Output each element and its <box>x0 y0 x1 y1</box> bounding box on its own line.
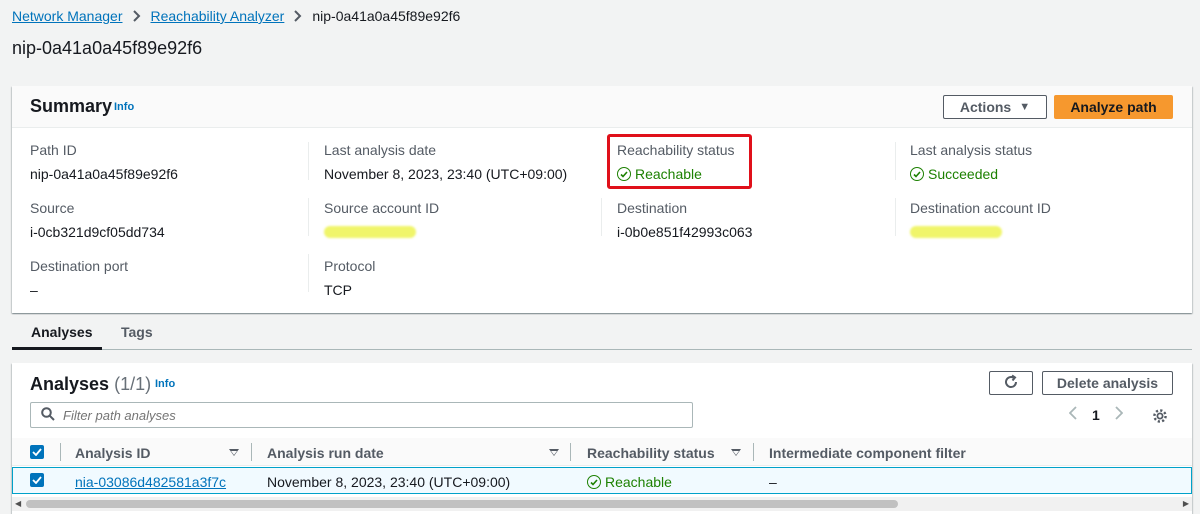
search-icon <box>41 406 55 424</box>
caret-down-icon: ▼ <box>1019 101 1031 113</box>
chevron-right-icon <box>294 10 302 22</box>
column-separator <box>753 443 754 461</box>
column-divider <box>601 198 602 236</box>
active-tab-indicator <box>12 347 102 350</box>
field-last-analysis-status: Last analysis status Succeeded <box>910 142 1032 182</box>
field-label: Destination account ID <box>910 200 1051 216</box>
chevron-left-icon[interactable] <box>1064 406 1082 423</box>
pagination: 1 <box>1064 406 1128 423</box>
field-value <box>324 224 439 241</box>
row-checkbox[interactable] <box>30 473 44 487</box>
row-status-reachable: Reachable <box>587 474 672 490</box>
field-label: Protocol <box>324 258 376 274</box>
field-value: nip-0a41a0a45f89e92f6 <box>30 166 178 182</box>
column-divider <box>895 198 896 236</box>
refresh-button[interactable] <box>989 371 1033 395</box>
status-succeeded: Succeeded <box>910 166 1032 182</box>
sort-icon[interactable] <box>731 449 741 456</box>
actions-button[interactable]: Actions ▼ <box>943 95 1047 119</box>
column-analysis-run-date[interactable]: Analysis run date <box>267 445 384 461</box>
analyses-title: Analyses (1/1) <box>30 374 151 395</box>
scroll-right-icon[interactable]: ▶ <box>1183 499 1189 508</box>
column-separator <box>60 443 61 461</box>
column-separator <box>570 443 571 461</box>
column-divider <box>308 254 309 292</box>
field-label: Source account ID <box>324 200 440 216</box>
breadcrumb-reachability-analyzer[interactable]: Reachability Analyzer <box>151 8 285 24</box>
breadcrumb-network-manager[interactable]: Network Manager <box>12 8 123 24</box>
intermediate-filter-value: – <box>769 474 777 490</box>
analyses-count: (1/1) <box>114 374 152 394</box>
field-destination-account-id: Destination account ID <box>910 200 1051 241</box>
field-path-id: Path ID nip-0a41a0a45f89e92f6 <box>30 142 178 182</box>
scrollbar-thumb[interactable] <box>26 500 898 508</box>
summary-title: Summary <box>30 96 113 116</box>
sort-icon[interactable] <box>549 449 559 456</box>
table-header: Analysis ID Analysis run date Reachabili… <box>12 438 1192 466</box>
analyses-panel: Analyses (1/1) Info Delete analysis 1 An… <box>12 363 1192 514</box>
tab-tags[interactable]: Tags <box>121 324 153 340</box>
horizontal-scrollbar[interactable]: ◀ ▶ <box>12 497 1192 511</box>
gear-icon[interactable] <box>1152 408 1168 427</box>
analysis-run-date: November 8, 2023, 23:40 (UTC+09:00) <box>267 474 511 490</box>
field-label: Source <box>30 200 75 216</box>
filter-field[interactable] <box>30 402 693 428</box>
field-value <box>910 224 1051 241</box>
redacted-value <box>324 226 416 238</box>
analyses-info-link[interactable]: Info <box>155 378 175 390</box>
page-number[interactable]: 1 <box>1092 407 1100 423</box>
select-all-checkbox[interactable] <box>30 445 44 459</box>
analyze-path-button[interactable]: Analyze path <box>1054 95 1173 119</box>
breadcrumb: Network Manager Reachability Analyzer ni… <box>12 7 460 25</box>
field-label: Last analysis date <box>324 142 437 158</box>
field-value: November 8, 2023, 23:40 (UTC+09:00) <box>324 166 568 182</box>
check-circle-icon <box>587 475 601 489</box>
field-source: Source i-0cb321d9cf05dd734 <box>30 200 165 240</box>
field-value: i-0b0e851f42993c063 <box>617 224 753 240</box>
highlight-annotation <box>607 134 752 189</box>
summary-header: Summary Info Actions ▼ Analyze path <box>12 86 1192 128</box>
refresh-icon <box>1003 374 1019 393</box>
sort-icon[interactable] <box>229 449 239 456</box>
column-separator <box>251 443 252 461</box>
summary-info-link[interactable]: Info <box>114 101 134 113</box>
field-value: TCP <box>324 282 352 298</box>
field-protocol: Protocol TCP <box>324 258 375 298</box>
column-intermediate-component-filter[interactable]: Intermediate component filter <box>769 445 966 461</box>
field-value: i-0cb321d9cf05dd734 <box>30 224 165 240</box>
summary-panel: Summary Info Actions ▼ Analyze path Path… <box>12 86 1192 313</box>
field-destination-port: Destination port – <box>30 258 128 298</box>
table-row[interactable]: nia-03086d482581a3f7c November 8, 2023, … <box>12 467 1192 494</box>
analysis-id-link[interactable]: nia-03086d482581a3f7c <box>75 474 226 490</box>
field-destination: Destination i-0b0e851f42993c063 <box>617 200 752 240</box>
scroll-left-icon[interactable]: ◀ <box>15 499 21 508</box>
delete-analysis-button[interactable]: Delete analysis <box>1042 371 1173 395</box>
field-value: – <box>30 282 38 298</box>
redacted-value <box>910 226 1002 238</box>
tab-bar: Analyses Tags <box>12 316 1192 350</box>
field-label: Destination port <box>30 258 129 274</box>
column-divider <box>895 142 896 180</box>
field-last-analysis-date: Last analysis date November 8, 2023, 23:… <box>324 142 567 182</box>
chevron-right-icon <box>132 10 141 22</box>
column-analysis-id[interactable]: Analysis ID <box>75 445 150 461</box>
breadcrumb-current: nip-0a41a0a45f89e92f6 <box>312 8 461 24</box>
chevron-right-icon[interactable] <box>1110 406 1128 423</box>
analyses-title-text: Analyses <box>30 374 110 394</box>
field-source-account-id: Source account ID <box>324 200 439 241</box>
actions-label: Actions <box>959 99 1012 115</box>
status-text: Reachable <box>605 474 672 490</box>
check-circle-icon <box>910 167 924 181</box>
column-divider <box>308 198 309 236</box>
status-text: Succeeded <box>928 166 999 182</box>
filter-input[interactable] <box>63 407 663 423</box>
field-label: Last analysis status <box>910 142 1033 158</box>
page-title: nip-0a41a0a45f89e92f6 <box>12 38 203 58</box>
field-label: Destination <box>617 200 688 216</box>
tab-analyses[interactable]: Analyses <box>31 324 92 340</box>
column-divider <box>308 142 309 180</box>
column-reachability-status[interactable]: Reachability status <box>587 445 715 461</box>
field-label: Path ID <box>30 142 77 158</box>
